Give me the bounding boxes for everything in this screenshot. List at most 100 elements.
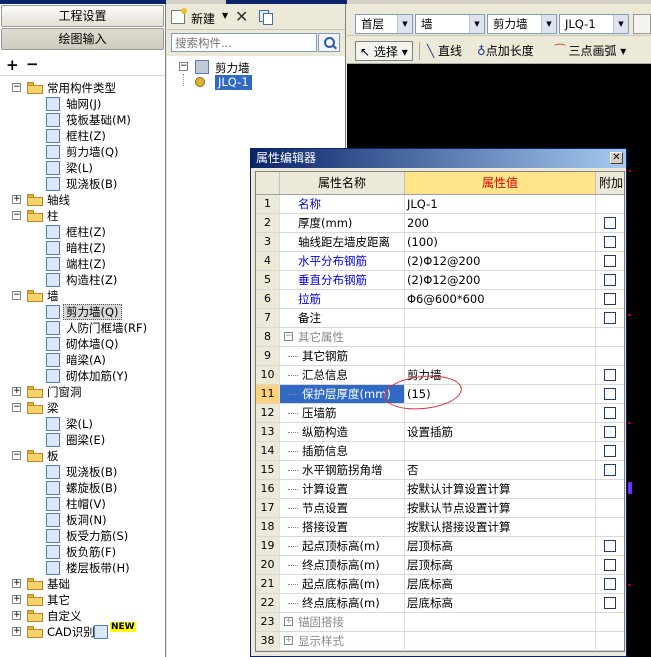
property-row[interactable]: 22 终点底标高(m) 层底标高 [256, 594, 626, 613]
tree-folder[interactable]: + 门窗洞 [0, 384, 165, 400]
property-value[interactable] [405, 328, 596, 346]
property-row[interactable]: 5 垂直分布钢筋 (2)Φ12@200 [256, 271, 626, 290]
collapse-toggle[interactable]: − [179, 62, 188, 71]
expand-toggle[interactable]: + [284, 636, 293, 645]
property-value[interactable]: Φ6@600*600 [405, 290, 596, 308]
property-value[interactable] [405, 632, 596, 650]
property-row[interactable]: 8− 其它属性 [256, 328, 626, 347]
property-value[interactable]: 按默认节点设置计算 [405, 499, 596, 517]
property-value[interactable]: 设置插筋 [405, 423, 596, 441]
tree-item[interactable]: 板负筋(F) [0, 544, 165, 560]
property-row[interactable]: 15 水平钢筋拐角增 否 [256, 461, 626, 480]
expand-toggle[interactable]: + [12, 387, 21, 396]
property-value[interactable]: 层底标高 [405, 594, 596, 612]
extra-checkbox[interactable] [604, 559, 616, 571]
expand-all-icon[interactable]: + [6, 56, 19, 74]
expand-toggle[interactable]: + [12, 595, 21, 604]
chevron-down-icon[interactable]: ▼ [222, 11, 228, 20]
extra-checkbox[interactable] [604, 388, 616, 400]
expand-toggle[interactable]: + [12, 195, 21, 204]
property-row[interactable]: 17 节点设置 按默认节点设置计算 [256, 499, 626, 518]
delete-icon[interactable]: ✕ [235, 7, 248, 26]
tree-item[interactable]: 筏板基础(M) [0, 112, 165, 128]
tree-folder[interactable]: − 板 [0, 448, 165, 464]
collapse-toggle[interactable]: − [284, 332, 293, 341]
tree-item[interactable]: 构造柱(Z) [0, 272, 165, 288]
property-row[interactable]: 12 压墙筋 [256, 404, 626, 423]
dialog-title-bar[interactable]: 属性编辑器 ✕ [251, 149, 626, 168]
close-icon[interactable]: ✕ [610, 152, 623, 164]
tree-item[interactable]: 剪力墙(Q) [0, 304, 165, 320]
property-row[interactable]: 18 搭接设置 按默认搭接设置计算 [256, 518, 626, 537]
property-row[interactable]: 3 轴线距左墙皮距离 (100) [256, 233, 626, 252]
tree-child-selected[interactable]: JLQ-1 [215, 75, 252, 90]
property-value[interactable]: (100) [405, 233, 596, 251]
tree-item[interactable]: 人防门框墙(RF) [0, 320, 165, 336]
property-value[interactable]: (2)Φ12@200 [405, 271, 596, 289]
tree-item[interactable]: 圈梁(E) [0, 432, 165, 448]
three-point-arc-button[interactable]: ⁀ 三点画弧 ▾ [555, 41, 626, 61]
property-row[interactable]: 7 备注 [256, 309, 626, 328]
extra-checkbox[interactable] [604, 236, 616, 248]
tree-item[interactable]: 轴网(J) [0, 96, 165, 112]
tree-item[interactable]: 框柱(Z) [0, 128, 165, 144]
extra-checkbox[interactable] [604, 464, 616, 476]
property-row[interactable]: 16 计算设置 按默认计算设置计算 [256, 480, 626, 499]
tree-item[interactable]: 板受力筋(S) [0, 528, 165, 544]
property-value[interactable]: (2)Φ12@200 [405, 252, 596, 270]
extra-checkbox[interactable] [604, 407, 616, 419]
property-value[interactable] [405, 613, 596, 631]
select-button[interactable]: ↖ 选择 ▾ [355, 41, 413, 61]
tree-folder[interactable]: + 轴线 [0, 192, 165, 208]
expand-toggle[interactable]: + [12, 579, 21, 588]
collapse-toggle[interactable]: − [12, 291, 21, 300]
extra-checkbox[interactable] [604, 597, 616, 609]
tree-folder[interactable]: − 常用构件类型 [0, 80, 165, 96]
tree-folder[interactable]: + 自定义 [0, 608, 165, 624]
extra-checkbox[interactable] [604, 274, 616, 286]
collapse-toggle[interactable]: − [12, 211, 21, 220]
category-select[interactable]: 墙 ▼ [415, 14, 485, 34]
tree-item[interactable]: 现浇板(B) [0, 464, 165, 480]
property-row[interactable]: 4 水平分布钢筋 (2)Φ12@200 [256, 252, 626, 271]
property-row[interactable]: 9 其它钢筋 [256, 347, 626, 366]
line-button[interactable]: ╲ 直线 [427, 41, 462, 61]
floor-select[interactable]: 首层 ▼ [355, 14, 413, 34]
extra-checkbox[interactable] [604, 426, 616, 438]
tree-item[interactable]: 柱帽(V) [0, 496, 165, 512]
new-component-button[interactable]: 新建 [191, 10, 215, 27]
tree-item[interactable]: 板洞(N) [0, 512, 165, 528]
type-select[interactable]: 剪力墙 ▼ [487, 14, 557, 34]
property-value[interactable]: 200 [405, 214, 596, 232]
property-value[interactable]: 否 [405, 461, 596, 479]
property-row[interactable]: 2 厚度(mm) 200 [256, 214, 626, 233]
extra-checkbox[interactable] [604, 217, 616, 229]
property-row[interactable]: 6 拉筋 Φ6@600*600 [256, 290, 626, 309]
tree-root-label[interactable]: 剪力墙 [215, 60, 250, 76]
extra-checkbox[interactable] [604, 369, 616, 381]
property-value[interactable]: 层顶标高 [405, 556, 596, 574]
extra-checkbox[interactable] [604, 255, 616, 267]
tree-folder[interactable]: − 墙 [0, 288, 165, 304]
tree-item[interactable]: 暗柱(Z) [0, 240, 165, 256]
tree-item[interactable]: 砌体加筋(Y) [0, 368, 165, 384]
extra-checkbox[interactable] [604, 445, 616, 457]
tree-item[interactable]: 梁(L) [0, 160, 165, 176]
copy-icon-front[interactable] [263, 13, 273, 25]
collapse-toggle[interactable]: − [12, 451, 21, 460]
component-search-input[interactable] [171, 33, 317, 52]
collapse-all-icon[interactable]: − [26, 55, 39, 73]
property-value[interactable]: JLQ-1 [405, 195, 596, 213]
tree-item[interactable]: 现浇板(B) [0, 176, 165, 192]
drawing-input-button[interactable]: 绘图输入 [1, 28, 164, 50]
extra-checkbox[interactable] [604, 293, 616, 305]
property-row[interactable]: 19 起点顶标高(m) 层顶标高 [256, 537, 626, 556]
extra-checkbox[interactable] [604, 312, 616, 324]
property-row[interactable]: 21 起点底标高(m) 层底标高 [256, 575, 626, 594]
property-value[interactable] [405, 309, 596, 327]
tree-item[interactable]: 端柱(Z) [0, 256, 165, 272]
property-button[interactable] [633, 14, 651, 34]
collapse-toggle[interactable]: − [12, 83, 21, 92]
property-value[interactable]: 按默认搭接设置计算 [405, 518, 596, 536]
tree-folder[interactable]: − 梁 [0, 400, 165, 416]
